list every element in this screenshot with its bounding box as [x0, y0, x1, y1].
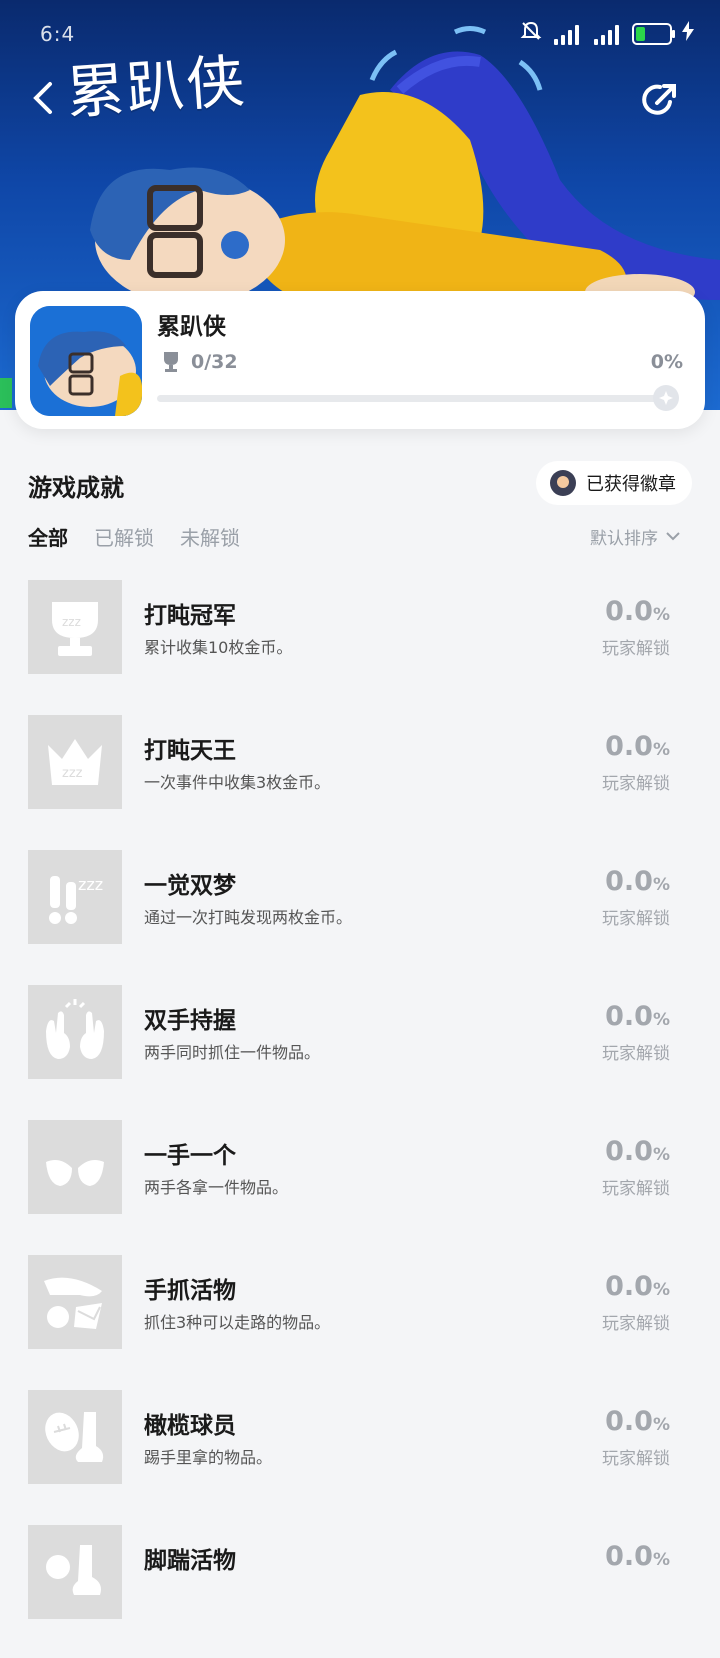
- svg-text:zzz: zzz: [62, 766, 83, 781]
- achievement-desc: 一次事件中收集3枚金币。: [144, 773, 331, 792]
- achievement-item[interactable]: zzz 打盹冠军 累计收集10枚金币。 0.0% 玩家解锁: [0, 578, 720, 713]
- unlock-rate-label: 玩家解锁: [602, 1044, 670, 1064]
- achievement-item[interactable]: 手抓活物 抓住3种可以走路的物品。 0.0% 玩家解锁: [0, 1253, 720, 1388]
- achievement-desc: 通过一次打盹发现两枚金币。: [144, 908, 353, 927]
- unlock-rate-label: 玩家解锁: [602, 909, 670, 929]
- share-button[interactable]: [640, 80, 680, 120]
- earned-badges-button[interactable]: 已获得徽章: [536, 461, 692, 505]
- game-name: 累趴侠: [157, 314, 226, 340]
- battery-icon: [632, 22, 675, 45]
- tab-unlocked[interactable]: 已解锁: [94, 522, 154, 551]
- achievement-item[interactable]: zzz 一觉双梦 通过一次打盹发现两枚金币。 0.0% 玩家解锁: [0, 848, 720, 983]
- signal-icon-2: [592, 23, 622, 45]
- completion-progress-bar: [157, 385, 679, 411]
- unlock-rate-label: 玩家解锁: [602, 639, 670, 659]
- trophy-count: 0/32: [191, 351, 238, 373]
- achievement-name: 双手持握: [144, 1008, 236, 1034]
- achievement-item[interactable]: 脚踹活物 0.0%: [0, 1523, 720, 1658]
- unlock-rate-label: 玩家解锁: [602, 774, 670, 794]
- game-card: 累趴侠 0/32 0%: [15, 291, 705, 429]
- back-button[interactable]: [28, 80, 60, 116]
- unlock-rate-label: 玩家解锁: [602, 1314, 670, 1334]
- sparkle-icon: [659, 391, 673, 405]
- mute-bell-icon: [520, 20, 542, 47]
- share-icon: [642, 84, 676, 115]
- status-bar: 6:4: [0, 0, 720, 70]
- trophy-zzz-icon: zzz: [28, 580, 122, 674]
- unlock-rate-label: 玩家解锁: [602, 1449, 670, 1469]
- achievement-item[interactable]: 橄榄球员 踢手里拿的物品。 0.0% 玩家解锁: [0, 1388, 720, 1523]
- achievements-title: 游戏成就: [28, 474, 124, 502]
- achievement-item[interactable]: zzz 打盹天王 一次事件中收集3枚金币。 0.0% 玩家解锁: [0, 713, 720, 848]
- achievement-desc: 踢手里拿的物品。: [144, 1448, 273, 1467]
- open-hands-icon: [28, 1120, 122, 1214]
- svg-text:zzz: zzz: [62, 615, 81, 629]
- achievement-desc: 两手各拿一件物品。: [144, 1178, 289, 1197]
- sort-label: 默认排序: [590, 529, 658, 549]
- achievement-desc: 累计收集10枚金币。: [144, 638, 293, 657]
- game-thumbnail: [30, 306, 142, 416]
- sort-dropdown[interactable]: 默认排序: [590, 524, 680, 549]
- football-foot-icon: [28, 1390, 122, 1484]
- trophy-count-row: 0/32: [161, 351, 238, 373]
- unlock-rate-label: 玩家解锁: [602, 1179, 670, 1199]
- charging-icon: [682, 21, 694, 46]
- earned-badges-label: 已获得徽章: [586, 474, 676, 495]
- unlock-rate: 0.0%: [605, 1541, 670, 1572]
- status-time: 6:4: [40, 22, 76, 46]
- unlock-rate: 0.0%: [605, 1001, 670, 1032]
- filter-tabs: 全部 已解锁 未解锁: [28, 522, 240, 551]
- crown-zzz-icon: zzz: [28, 715, 122, 809]
- tab-locked[interactable]: 未解锁: [180, 522, 240, 551]
- foot-kick-icon: [28, 1525, 122, 1619]
- progress-knob: [653, 385, 679, 411]
- achievement-name: 一觉双梦: [144, 873, 236, 899]
- achievement-item[interactable]: 双手持握 两手同时抓住一件物品。 0.0% 玩家解锁: [0, 983, 720, 1118]
- signal-icon-1: [552, 23, 582, 45]
- badge-avatar-icon: [550, 470, 576, 496]
- achievement-name: 橄榄球员: [144, 1413, 236, 1439]
- unlock-rate: 0.0%: [605, 596, 670, 627]
- unlock-rate: 0.0%: [605, 1406, 670, 1437]
- achievement-desc: 抓住3种可以走路的物品。: [144, 1313, 331, 1332]
- unlock-rate: 0.0%: [605, 731, 670, 762]
- achievement-name: 手抓活物: [144, 1278, 236, 1304]
- unlock-rate: 0.0%: [605, 866, 670, 897]
- hand-grab-icon: [28, 1255, 122, 1349]
- two-hands-icon: [28, 985, 122, 1079]
- achievement-desc: 两手同时抓住一件物品。: [144, 1043, 321, 1062]
- unlock-rate: 0.0%: [605, 1136, 670, 1167]
- chevron-left-icon: [33, 82, 52, 114]
- tab-all[interactable]: 全部: [28, 522, 68, 551]
- svg-text:zzz: zzz: [78, 875, 103, 894]
- achievement-list: zzz 打盹冠军 累计收集10枚金币。 0.0% 玩家解锁 zzz 打盹天王 一…: [0, 578, 720, 1658]
- achievement-name: 打盹冠军: [144, 603, 236, 629]
- completion-percent: 0%: [650, 351, 683, 373]
- achievement-name: 脚踹活物: [144, 1548, 236, 1574]
- trophy-icon: [164, 352, 178, 372]
- achievement-name: 一手一个: [144, 1143, 236, 1169]
- exclaim-zzz-icon: zzz: [28, 850, 122, 944]
- unlock-rate: 0.0%: [605, 1271, 670, 1302]
- chevron-down-icon: [666, 532, 680, 541]
- achievement-item[interactable]: 一手一个 两手各拿一件物品。 0.0% 玩家解锁: [0, 1118, 720, 1253]
- achievement-name: 打盹天王: [144, 738, 236, 764]
